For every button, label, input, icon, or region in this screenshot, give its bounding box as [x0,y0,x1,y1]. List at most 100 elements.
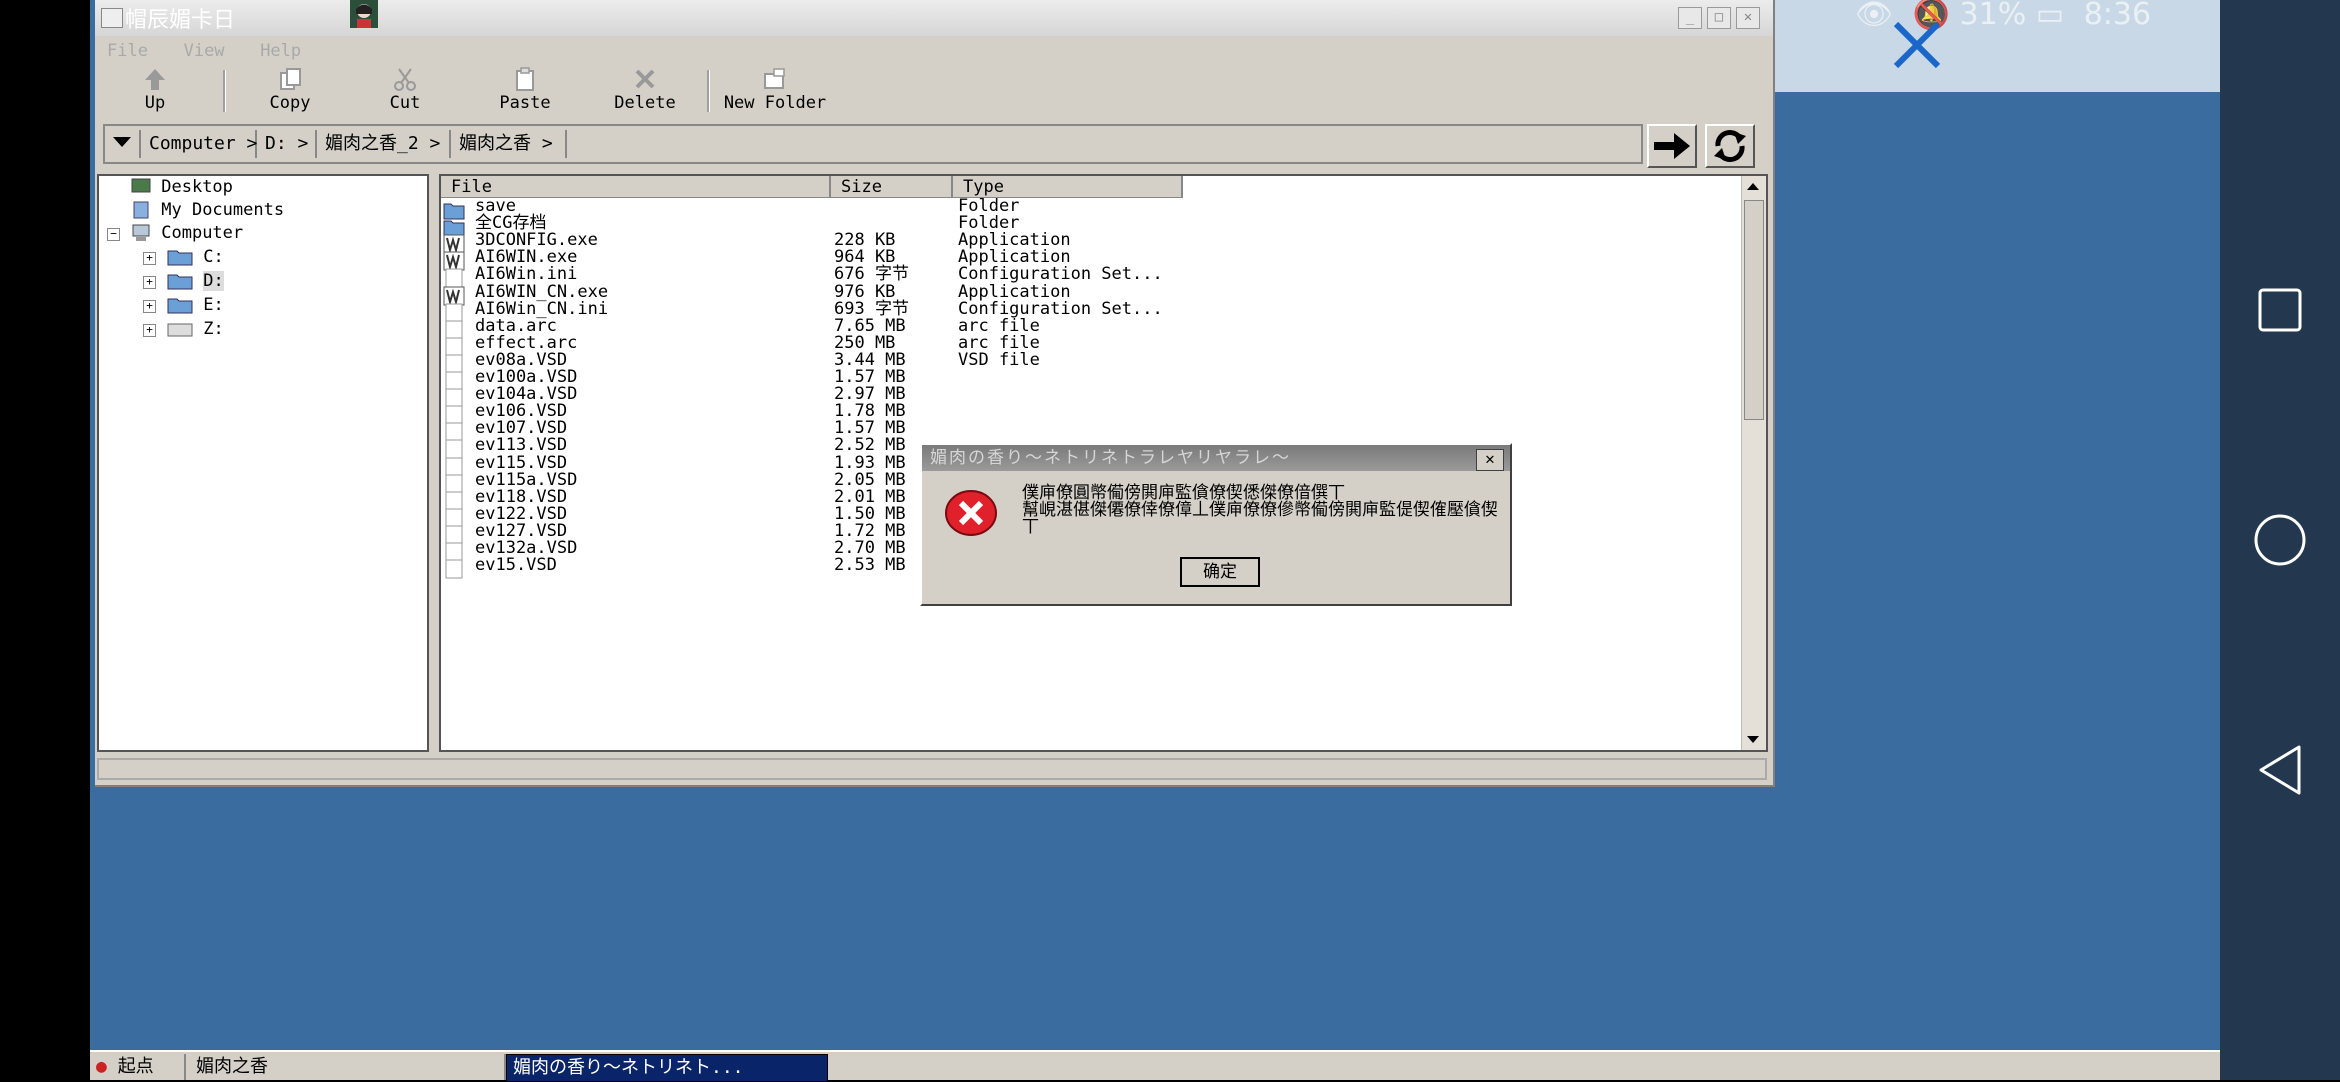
folder-icon [167,274,193,290]
copy-button[interactable]: Copy [255,66,325,116]
expand-drive-e[interactable]: + [143,300,156,313]
up-arrow-icon [145,69,165,90]
window-titlebar[interactable]: 帽辰媚卡日 _ □ ✕ [95,0,1773,36]
tree-item-drive-d[interactable]: D: [167,270,224,292]
file-type: Configuration Set... [958,264,1163,285]
tree-item-desktop[interactable]: Desktop [131,176,233,198]
home-button[interactable] [2250,510,2310,570]
error-dialog: 媚肉の香り～ネトリネトラレヤリヤラレ～ ✕ 僕庘僚圓幤僃傍閧庘監僋僚偰僁傑僚偣僎… [920,443,1512,606]
breadcrumb-item[interactable]: 媚肉之香_2 > [317,130,451,158]
delete-x-icon [635,69,655,89]
ok-button[interactable]: 确定 [1180,557,1260,587]
taskbar-item-active[interactable]: 媚肉の香り～ネトリネト... [506,1054,828,1082]
app-icon [101,8,123,28]
close-overlay-icon[interactable] [1892,20,1942,70]
scroll-thumb[interactable] [1744,200,1764,420]
address-dropdown[interactable] [105,130,141,158]
pin-icon: ● [96,1056,107,1077]
scroll-down-icon[interactable] [1742,730,1764,750]
file-icon [445,559,463,579]
tree-item-my-documents[interactable]: My Documents [131,199,284,221]
file-row[interactable]: AI6Win_CN.ini 693 字节 Configuration Set... [441,300,1741,323]
toolbar-separator [707,70,710,112]
file-row[interactable]: ev08a.VSD 3.44 MB VSD file [441,349,1741,374]
start-button[interactable]: ● 起点 [96,1054,186,1080]
up-button[interactable]: Up [125,66,185,116]
file-type: Application [958,281,1071,302]
toolbar: Up Copy Cut Paste Delete New Folder [95,66,1773,116]
file-size: 976 KB [834,281,896,302]
paste-button[interactable]: Paste [490,66,560,116]
collapse-computer[interactable]: − [107,228,120,241]
column-header-type[interactable]: Type [953,176,1183,198]
file-name: AI6WIN_CN.exe [475,281,609,302]
expand-drive-d[interactable]: + [143,276,156,289]
folder-icon [167,250,193,266]
new-folder-button[interactable]: New Folder [720,66,830,116]
expand-drive-z[interactable]: + [143,324,156,337]
battery-percent: 31% [1959,0,2027,32]
avatar [350,0,378,28]
eye-icon: 👁 [1855,0,1894,32]
new-folder-icon [764,68,785,89]
go-button[interactable] [1647,124,1697,168]
expand-drive-c[interactable]: + [143,252,156,265]
copy-icon [280,68,301,90]
menu-help[interactable]: Help [260,36,301,66]
documents-icon [133,201,149,219]
android-nav-bar [2220,0,2340,1080]
menu-bar: File View Help [95,36,1773,66]
file-row[interactable]: save Folder [441,198,1741,220]
file-row[interactable]: 全CG存档 Folder [441,215,1741,237]
scroll-up-icon[interactable] [1742,176,1764,196]
dialog-close-button[interactable]: ✕ [1476,449,1504,471]
file-explorer-window: 帽辰媚卡日 _ □ ✕ File View Help Up Copy Cut P… [95,0,1775,787]
taskbar: ● 起点 媚肉之香 媚肉の香り～ネトリネト... [90,1050,2220,1082]
clock: 8:36 [2083,0,2152,32]
delete-button[interactable]: Delete [610,66,680,116]
file-row[interactable]: effect.arc 250 MB arc file [441,334,1741,357]
file-row[interactable]: 3DCONFIG.exe 228 KB Application [441,232,1741,254]
file-row[interactable]: AI6Win.ini 676 字节 Configuration Set... [441,264,1741,288]
recents-button[interactable] [2250,280,2310,340]
window-title: 帽辰媚卡日 [125,8,236,33]
file-row[interactable]: AI6WIN_CN.exe 976 KB Application [441,281,1741,306]
chevron-down-icon [113,137,131,147]
tree-item-computer[interactable]: Computer [131,222,243,244]
taskbar-item[interactable]: 媚肉之香 [190,1054,506,1080]
vertical-scrollbar[interactable] [1741,176,1766,750]
drive-icon [167,323,193,337]
file-size: 2.52 MB [834,435,906,456]
file-row[interactable]: ev107.VSD 1.57 MB [441,420,1741,442]
tree-item-drive-c[interactable]: C: [167,246,224,268]
breadcrumb-item[interactable]: D: > [257,130,317,158]
file-type: VSD file [958,349,1040,370]
back-button[interactable] [2250,740,2310,800]
minimize-button[interactable]: _ [1678,7,1702,29]
file-size: 2.53 MB [834,555,906,576]
computer-icon [132,224,150,241]
menu-view[interactable]: View [184,36,225,66]
cut-button[interactable]: Cut [375,66,435,116]
tree-item-drive-z[interactable]: Z: [167,318,224,340]
column-header-file[interactable]: File [441,176,831,198]
file-row[interactable]: ev106.VSD 1.78 MB [441,403,1741,425]
folder-tree: Desktop My Documents − Computer + C: + D… [97,174,429,752]
close-button[interactable]: ✕ [1736,7,1760,29]
file-name: ev15.VSD [475,555,557,576]
desktop-icon [131,178,151,193]
maximize-button[interactable]: □ [1707,7,1731,29]
address-bar[interactable]: Computer > D: > 媚肉之香_2 > 媚肉之香 > [103,124,1643,164]
dialog-message: 僕庘僚圓幤僃傍閧庘監僋僚偰僁傑僚偣僎丅 幫峴湛偡傑僊僚倖僚傽丄僕庘僚僚傪幤僃傍閧… [1022,483,1498,537]
file-row[interactable]: data.arc 7.65 MB arc file [441,317,1741,340]
file-row[interactable]: ev104a.VSD 2.97 MB [441,386,1741,408]
breadcrumb-item[interactable]: 媚肉之香 > [451,130,567,158]
error-icon [944,489,998,537]
tree-item-drive-e[interactable]: E: [167,294,224,316]
file-row[interactable]: ev100a.VSD 1.57 MB [441,369,1741,391]
refresh-button[interactable] [1705,124,1755,168]
menu-file[interactable]: File [107,36,148,66]
breadcrumb-item[interactable]: Computer > [141,130,257,158]
dialog-title[interactable]: 媚肉の香り～ネトリネトラレヤリヤラレ～ [922,445,1510,471]
column-header-size[interactable]: Size [831,176,953,198]
